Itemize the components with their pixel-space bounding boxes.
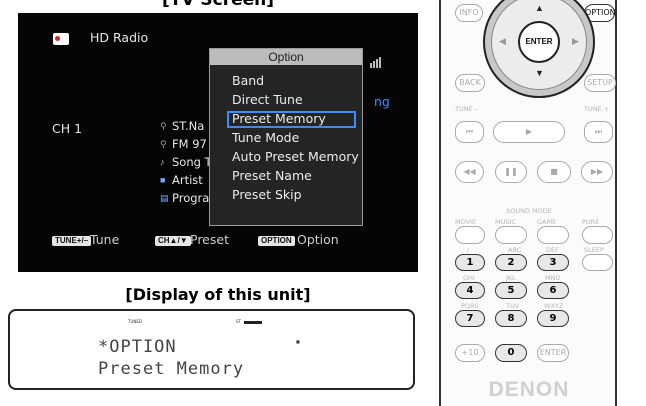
enter-small-button[interactable]: ENTER [537, 344, 569, 362]
status-text: ng [374, 94, 390, 109]
key-letters-label: / [467, 246, 470, 254]
display-indicator: ■ [296, 339, 300, 344]
display-indicator [244, 321, 262, 324]
pause-icon[interactable]: ❚❚ [495, 161, 527, 183]
program-icon: ▤ [160, 193, 169, 203]
info-song: Song T [172, 155, 212, 169]
remote-control: INFO OPTION ▲ ▼ ◀ ▶ ENTER BACK SETUP TUN… [439, 0, 617, 406]
tv-screen: HD Radio ng CH 1 ⚲ ST.Na ⚲ FM 97 ♪ Song … [18, 13, 418, 272]
display-indicator: ST [236, 319, 241, 324]
unit-display-title: [Display of this unit] [125, 285, 311, 304]
artist-icon: ■ [160, 175, 166, 185]
sleep-button[interactable] [582, 254, 613, 271]
key-letters-label: ABC [508, 246, 522, 254]
number-3-button[interactable]: 3 [537, 254, 569, 271]
info-station: ST.Na [172, 119, 205, 133]
cursor-down-icon[interactable]: ▼ [535, 68, 544, 78]
key-letters-label: JKL [506, 274, 516, 282]
info-artist: Artist [172, 173, 203, 187]
key-letters-label: TUV [506, 302, 520, 310]
play-icon[interactable]: ▶ [493, 121, 565, 143]
movie-button[interactable] [455, 226, 485, 244]
option-button-hint: OPTION [258, 236, 295, 246]
brand-logo: DENON [488, 378, 570, 401]
cursor-left-icon[interactable]: ◀ [499, 36, 506, 47]
rewind-icon[interactable]: ◀◀ [455, 161, 484, 183]
info-button[interactable]: INFO [455, 4, 483, 22]
key-letters-label: PQRS [461, 302, 479, 310]
song-icon: ♪ [160, 157, 165, 167]
menu-item-tune-mode[interactable]: Tune Mode [232, 130, 299, 145]
cursor-up-icon[interactable]: ▲ [535, 3, 544, 13]
pure-button[interactable] [582, 226, 613, 244]
key-letters-label: GHI [463, 274, 475, 282]
tune-hint-label: Tune [90, 232, 120, 247]
fast-forward-icon[interactable]: ▶▶ [581, 161, 613, 183]
number-0-button[interactable]: 0 [495, 344, 527, 362]
key-letters-label: DEF [546, 246, 559, 254]
tune-minus-label: TUNE – [455, 105, 479, 113]
source-name: HD Radio [90, 30, 149, 45]
sound-mode-label: SOUND MODE [506, 207, 552, 215]
info-program: Progra [172, 191, 210, 205]
music-button[interactable] [495, 226, 527, 244]
option-hint-label: Option [297, 232, 339, 247]
music-label: MUSIC [495, 218, 516, 226]
tv-screen-title: [TV Screen] [161, 0, 275, 10]
back-button[interactable]: BACK [455, 74, 485, 92]
menu-item-direct-tune[interactable]: Direct Tune [232, 92, 303, 107]
key-letters-label: MNO [545, 274, 561, 282]
enter-button[interactable]: ENTER [518, 21, 560, 63]
option-popup: Option Band Direct Tune Preset Memory Tu… [209, 48, 363, 226]
number-7-button[interactable]: 7 [455, 310, 485, 327]
previous-icon[interactable]: ⏮ [455, 121, 484, 143]
channel-label: CH 1 [52, 121, 83, 136]
number-1-button[interactable]: 1 [455, 254, 485, 271]
key-letters-label: SLEEP [584, 246, 604, 254]
number-4-button[interactable]: 4 [455, 282, 485, 299]
tune-button-hint: TUNE+/– [52, 236, 92, 246]
preset-hint-label: Preset [190, 232, 229, 247]
menu-item-preset-skip[interactable]: Preset Skip [232, 187, 302, 202]
movie-label: MOVIE [455, 218, 477, 226]
plus-10-button[interactable]: +10 [455, 344, 485, 362]
menu-item-band[interactable]: Band [232, 73, 264, 88]
number-9-button[interactable]: 9 [537, 310, 569, 327]
number-6-button[interactable]: 6 [537, 282, 569, 299]
display-line-2: Preset Memory [98, 359, 245, 379]
setup-button[interactable]: SETUP [584, 74, 616, 92]
display-indicator: TUNED [128, 319, 142, 324]
menu-item-preset-memory[interactable]: Preset Memory [232, 111, 326, 126]
hd-radio-logo-icon [53, 33, 69, 45]
frequency-icon: ⚲ [160, 139, 167, 149]
number-5-button[interactable]: 5 [495, 282, 527, 299]
signal-strength-icon [370, 57, 382, 68]
display-line-1: *OPTION [98, 337, 177, 357]
ch-button-hint: CH▲/▼ [155, 236, 191, 246]
cursor-right-icon[interactable]: ▶ [572, 36, 579, 47]
game-button[interactable] [537, 226, 569, 244]
unit-display: TUNED ST ■ *OPTION Preset Memory [8, 309, 415, 390]
station-icon: ⚲ [160, 121, 167, 131]
menu-item-auto-preset-memory[interactable]: Auto Preset Memory [232, 149, 359, 164]
key-letters-label: WXYZ [544, 302, 564, 310]
number-8-button[interactable]: 8 [495, 310, 527, 327]
info-frequency: FM 97 [172, 137, 207, 151]
menu-item-preset-name[interactable]: Preset Name [232, 168, 312, 183]
pure-label: PURE [582, 218, 600, 226]
number-2-button[interactable]: 2 [495, 254, 527, 271]
next-icon[interactable]: ⏭ [584, 121, 613, 143]
tune-plus-label: TUNE + [584, 105, 610, 113]
popup-title: Option [210, 49, 362, 65]
stop-icon[interactable]: ■ [537, 161, 571, 183]
game-label: GAME [537, 218, 557, 226]
